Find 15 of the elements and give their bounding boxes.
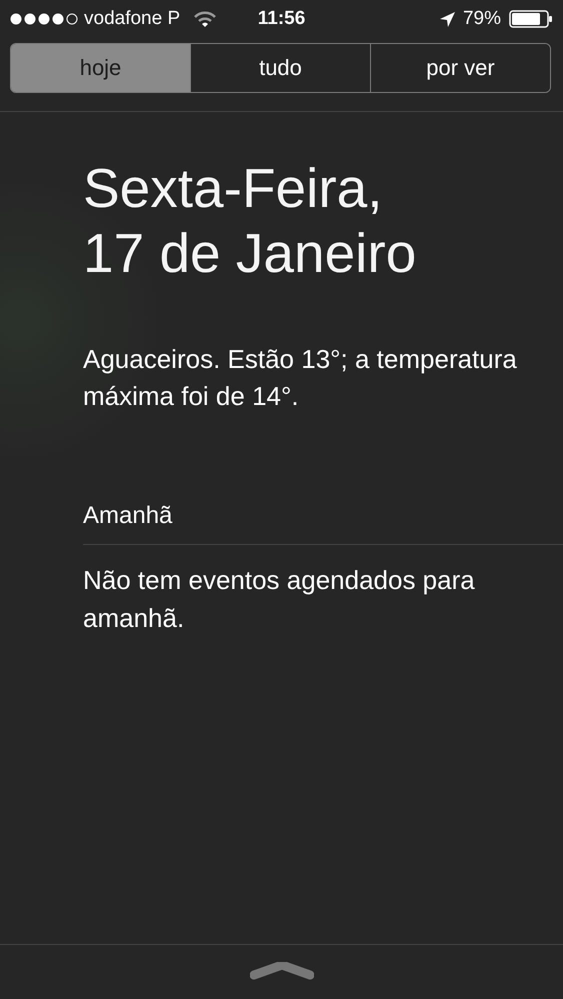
no-events-message: Não tem eventos agendados para amanhã. [83, 564, 476, 635]
segment-tab[interactable]: hoje [11, 44, 190, 92]
signal-icon [10, 13, 78, 25]
section-heading: Amanhã [83, 502, 174, 530]
battery-percentage: 79% [462, 8, 502, 30]
weather-summary: Aguaceiros. Estão 13°; a temperatura máxima foi de 14°. [83, 343, 518, 413]
wifi-icon [194, 11, 216, 27]
clock-time: 11:56 [258, 8, 306, 30]
date-heading: Sexta-Feira, [83, 156, 384, 221]
location-arrow-icon [440, 12, 455, 26]
carrier-name: vodafone P [84, 8, 180, 30]
pull-handle-icon[interactable] [250, 962, 314, 982]
segment-tab[interactable]: por ver [370, 44, 550, 92]
date-heading: 17 de Janeiro [83, 221, 418, 286]
battery-icon [509, 10, 554, 28]
